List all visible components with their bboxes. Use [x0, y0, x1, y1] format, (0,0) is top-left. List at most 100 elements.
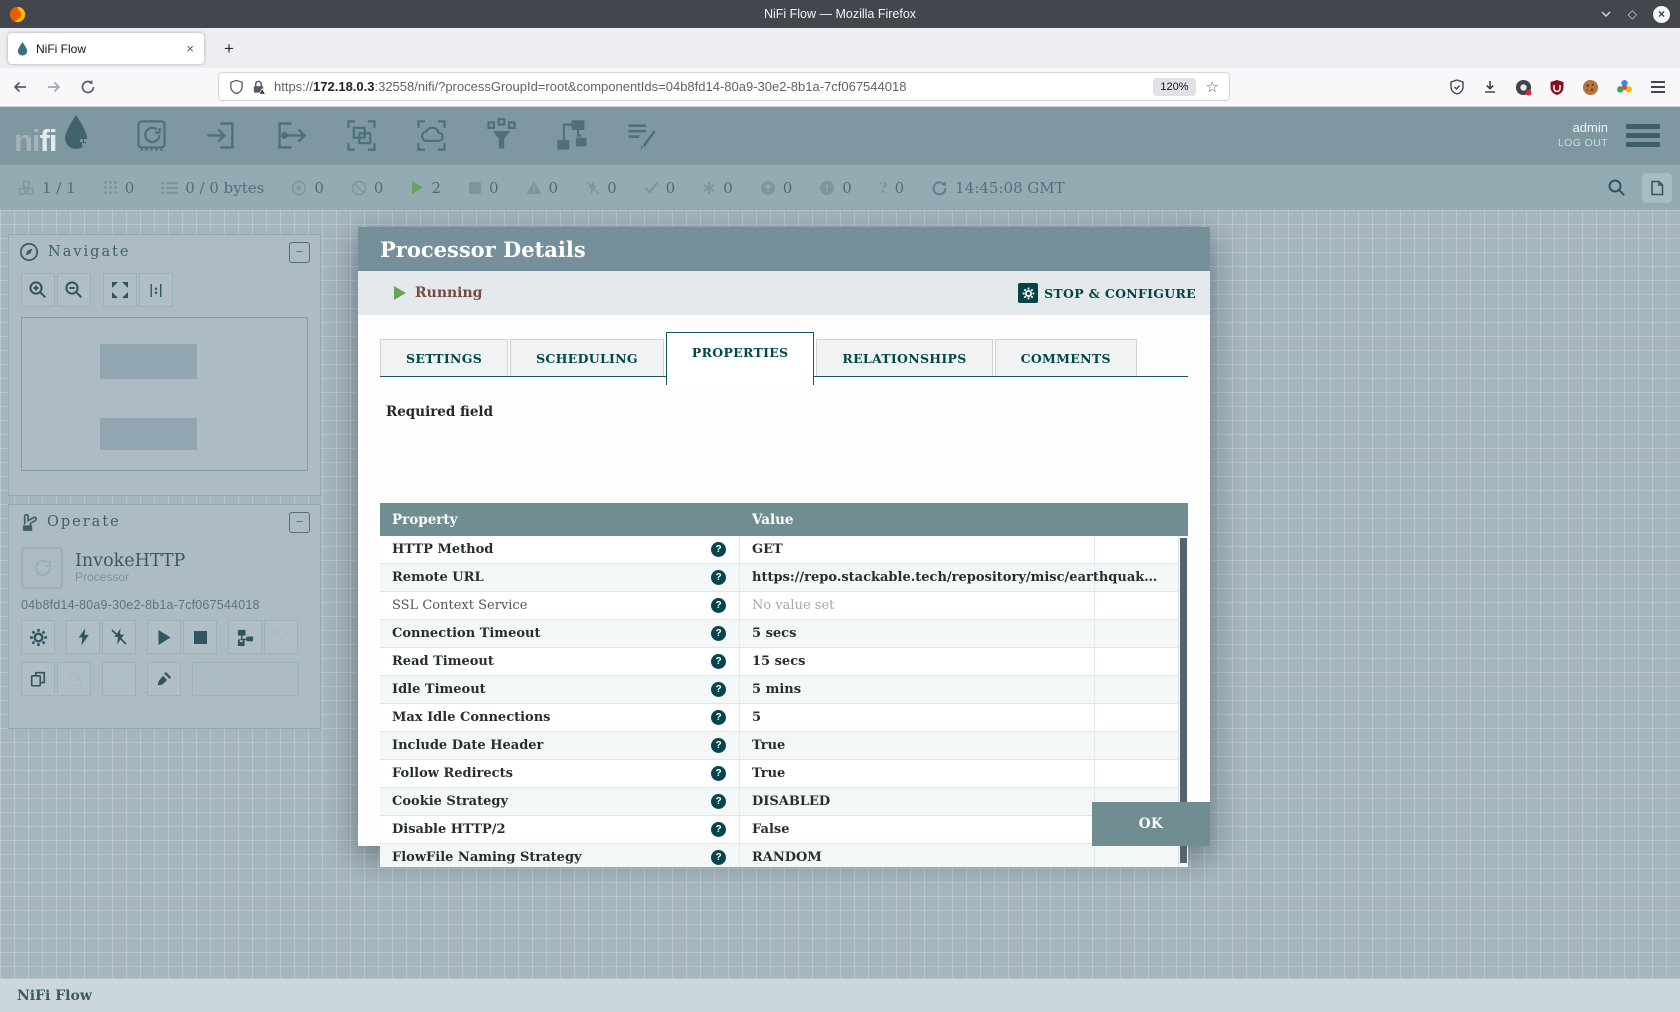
label-tool-icon[interactable] [623, 117, 660, 154]
change-color-button[interactable] [147, 662, 181, 696]
table-row[interactable]: Read Timeout? 15 secs [380, 648, 1188, 676]
protections-shield-icon[interactable] [1449, 79, 1465, 95]
help-icon[interactable]: ? [711, 710, 726, 725]
zoom-in-button[interactable] [21, 273, 55, 307]
tab-comments[interactable]: COMMENTS [995, 339, 1137, 377]
trash-icon [207, 671, 222, 687]
birdseye-minimap[interactable] [21, 317, 308, 471]
help-icon[interactable]: ? [711, 626, 726, 641]
help-icon[interactable]: ? [711, 598, 726, 613]
save-template-icon [236, 628, 255, 647]
back-button[interactable] [12, 79, 28, 95]
menu-hamburger-icon[interactable] [1650, 80, 1666, 94]
help-icon[interactable]: ? [711, 570, 726, 585]
help-icon[interactable]: ? [711, 822, 726, 837]
help-icon[interactable]: ? [711, 654, 726, 669]
refresh-icon[interactable] [931, 179, 948, 196]
table-row[interactable]: Idle Timeout? 5 mins [380, 676, 1188, 704]
zoom-fit-button[interactable] [103, 273, 137, 307]
processor-badge-icon [21, 547, 63, 589]
status-refresh[interactable]: 14:45:08 GMT [931, 179, 1064, 197]
collapse-operate-button[interactable]: − [289, 512, 310, 533]
tab-relationships[interactable]: RELATIONSHIPS [816, 339, 992, 377]
settings-panel-button[interactable] [1642, 173, 1672, 203]
status-active-threads: 0 [103, 179, 135, 197]
zoom-actual-size-button[interactable]: |:| [139, 273, 173, 307]
paste-icon [65, 670, 83, 688]
component-name: InvokeHTTP [75, 551, 185, 571]
status-locally-modified: 0 [702, 179, 733, 197]
invalid-warning-icon [526, 180, 542, 195]
tab-settings[interactable]: SETTINGS [380, 339, 508, 377]
processor-tool-icon[interactable] [133, 117, 170, 154]
nifi-favicon [16, 41, 29, 56]
url-text[interactable]: https://172.18.0.3:32558/nifi/?processGr… [274, 79, 1153, 94]
url-bar[interactable]: https://172.18.0.3:32558/nifi/?processGr… [218, 72, 1230, 101]
table-row[interactable]: HTTP Method? GET [380, 536, 1188, 564]
download-icon[interactable] [1482, 79, 1498, 95]
reload-button[interactable] [80, 79, 96, 95]
extension-ublock-icon[interactable] [1549, 79, 1565, 96]
help-icon[interactable]: ? [711, 738, 726, 753]
help-icon[interactable]: ? [711, 850, 726, 865]
template-tool-icon[interactable] [553, 117, 590, 154]
input-port-tool-icon[interactable] [203, 117, 240, 154]
extension-pinwheel-icon[interactable] [1616, 79, 1633, 96]
table-row[interactable]: Max Idle Connections? 5 [380, 704, 1188, 732]
stop-and-configure-button[interactable]: STOP & CONFIGURE [1018, 283, 1196, 303]
upload-template-icon [272, 628, 291, 647]
table-row[interactable]: Follow Redirects? True [380, 760, 1188, 788]
logout-link[interactable]: LOG OUT [1558, 137, 1608, 151]
extension-cookie-icon[interactable] [1582, 79, 1599, 96]
search-icon[interactable] [1607, 178, 1626, 197]
stop-button[interactable] [183, 620, 217, 654]
property-name: Cookie Strategy [392, 794, 508, 809]
running-state-icon [394, 286, 406, 300]
lock-warning-icon[interactable] [251, 79, 266, 95]
enable-button[interactable] [66, 620, 100, 654]
window-maximize-icon[interactable]: ◇ [1628, 7, 1637, 21]
process-group-tool-icon[interactable] [343, 117, 380, 154]
property-value: False [752, 822, 789, 837]
table-row[interactable]: SSL Context Service? No value set [380, 592, 1188, 620]
extension-mask-icon[interactable] [1515, 79, 1532, 96]
window-close-icon[interactable]: × [1653, 6, 1670, 23]
funnel-tool-icon[interactable] [483, 117, 520, 154]
window-minimize-icon[interactable] [1600, 8, 1612, 20]
collapse-navigate-button[interactable]: − [289, 242, 310, 263]
new-tab-button[interactable]: + [216, 36, 242, 62]
browser-tab[interactable]: NiFi Flow × [8, 33, 204, 64]
tab-scheduling[interactable]: SCHEDULING [510, 339, 664, 377]
tab-properties[interactable]: PROPERTIES [666, 332, 814, 385]
forward-button[interactable] [46, 79, 62, 95]
output-port-tool-icon[interactable] [273, 117, 310, 154]
nifi-app: nifi admin LOG OUT [0, 107, 1680, 1012]
nifi-logo-text-right: fi [40, 123, 57, 159]
tracking-shield-icon[interactable] [229, 79, 244, 95]
table-row[interactable]: Connection Timeout? 5 secs [380, 620, 1188, 648]
remote-process-group-tool-icon[interactable] [413, 117, 450, 154]
property-column-header: Property [380, 512, 740, 528]
tab-close-icon[interactable]: × [184, 41, 196, 56]
start-button[interactable] [147, 620, 181, 654]
copy-button[interactable] [21, 662, 55, 696]
help-icon[interactable]: ? [711, 542, 726, 557]
zoom-out-button[interactable] [57, 273, 91, 307]
help-icon[interactable]: ? [711, 794, 726, 809]
zoom-level-badge[interactable]: 120% [1153, 78, 1195, 96]
save-template-button[interactable] [228, 620, 262, 654]
table-row[interactable]: Include Date Header? True [380, 732, 1188, 760]
help-icon[interactable]: ? [711, 766, 726, 781]
window-title: NiFi Flow — Mozilla Firefox [0, 7, 1680, 21]
configure-button[interactable] [21, 620, 55, 654]
bookmark-star-icon[interactable]: ☆ [1206, 78, 1219, 96]
ok-button[interactable]: OK [1092, 802, 1210, 846]
table-row[interactable]: Disable HTTP/2? False [380, 816, 1188, 844]
table-row[interactable]: Remote URL? https://repo.stackable.tech/… [380, 564, 1188, 592]
breadcrumb[interactable]: NiFi Flow [0, 978, 1680, 1012]
disable-button[interactable] [102, 620, 136, 654]
table-row[interactable]: FlowFile Naming Strategy? RANDOM [380, 844, 1188, 867]
help-icon[interactable]: ? [711, 682, 726, 697]
table-row[interactable]: Cookie Strategy? DISABLED [380, 788, 1188, 816]
global-menu-icon[interactable] [1626, 124, 1660, 147]
